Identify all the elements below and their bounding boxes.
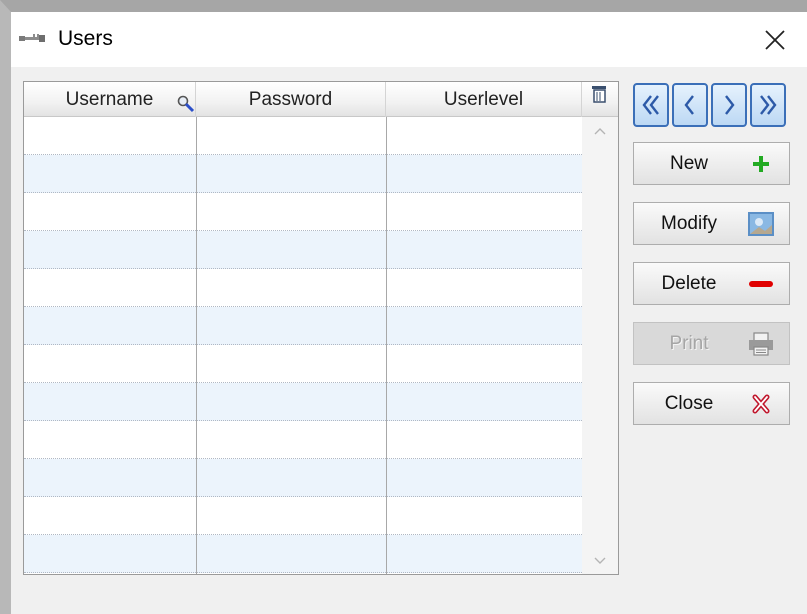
delete-button-label: Delete bbox=[661, 273, 717, 294]
table-cell[interactable] bbox=[386, 117, 582, 155]
window-title: Users bbox=[58, 27, 113, 50]
table-cell[interactable] bbox=[24, 421, 196, 459]
table-cell[interactable] bbox=[24, 155, 196, 193]
table-cell[interactable] bbox=[386, 345, 582, 383]
column-header-username[interactable]: Username bbox=[24, 82, 196, 117]
table-cell[interactable] bbox=[386, 459, 582, 497]
table-cell[interactable] bbox=[196, 535, 386, 573]
table-row[interactable] bbox=[24, 117, 582, 155]
table-row[interactable] bbox=[24, 535, 582, 573]
table-row[interactable] bbox=[24, 345, 582, 383]
table-cell[interactable] bbox=[196, 307, 386, 345]
column-chooser-icon[interactable] bbox=[591, 85, 607, 103]
users-window: Users Username Password Userlevel New Mo… bbox=[11, 12, 807, 614]
table-cell[interactable] bbox=[386, 421, 582, 459]
table-cell[interactable] bbox=[196, 345, 386, 383]
table-cell[interactable] bbox=[386, 535, 582, 573]
picture-icon bbox=[748, 212, 774, 236]
column-chooser[interactable] bbox=[582, 82, 618, 117]
new-button[interactable]: New bbox=[633, 142, 790, 185]
table-cell[interactable] bbox=[196, 269, 386, 307]
table-row[interactable] bbox=[24, 307, 582, 345]
table-cell[interactable] bbox=[386, 155, 582, 193]
table-cell[interactable] bbox=[24, 193, 196, 231]
table-row[interactable] bbox=[24, 497, 582, 535]
minus-icon bbox=[749, 281, 773, 287]
modify-button-label: Modify bbox=[661, 213, 717, 234]
table-cell[interactable] bbox=[24, 383, 196, 421]
close-icon[interactable] bbox=[763, 28, 787, 52]
table-cell[interactable] bbox=[386, 231, 582, 269]
column-header-password[interactable]: Password bbox=[196, 82, 386, 117]
title-bar[interactable]: Users bbox=[11, 12, 807, 67]
print-button[interactable]: Print bbox=[633, 322, 790, 365]
column-header-userlevel[interactable]: Userlevel bbox=[386, 82, 582, 117]
next-record-icon bbox=[725, 95, 735, 115]
table-row[interactable] bbox=[24, 269, 582, 307]
key-icon bbox=[19, 34, 45, 42]
users-grid[interactable]: Username Password Userlevel bbox=[23, 81, 619, 575]
table-cell[interactable] bbox=[386, 269, 582, 307]
close-button[interactable]: Close bbox=[633, 382, 790, 425]
table-row[interactable] bbox=[24, 155, 582, 193]
first-record-icon bbox=[642, 95, 659, 115]
table-row[interactable] bbox=[24, 231, 582, 269]
search-icon[interactable] bbox=[176, 94, 196, 114]
previous-record-icon bbox=[684, 95, 694, 115]
column-divider bbox=[196, 117, 197, 574]
grid-rows bbox=[24, 117, 582, 574]
print-button-label: Print bbox=[669, 333, 709, 354]
modify-button[interactable]: Modify bbox=[633, 202, 790, 245]
delete-button[interactable]: Delete bbox=[633, 262, 790, 305]
table-cell[interactable] bbox=[24, 497, 196, 535]
table-cell[interactable] bbox=[196, 193, 386, 231]
vertical-scrollbar[interactable] bbox=[582, 117, 618, 574]
next-record-button[interactable] bbox=[711, 83, 747, 127]
table-cell[interactable] bbox=[196, 117, 386, 155]
table-cell[interactable] bbox=[386, 193, 582, 231]
printer-icon bbox=[749, 332, 773, 356]
table-cell[interactable] bbox=[24, 231, 196, 269]
table-cell[interactable] bbox=[386, 383, 582, 421]
table-cell[interactable] bbox=[24, 459, 196, 497]
table-cell[interactable] bbox=[24, 345, 196, 383]
grid-header: Username Password Userlevel bbox=[24, 82, 618, 117]
table-cell[interactable] bbox=[24, 307, 196, 345]
scroll-up-icon[interactable] bbox=[592, 125, 608, 137]
table-cell[interactable] bbox=[196, 231, 386, 269]
table-cell[interactable] bbox=[24, 117, 196, 155]
table-cell[interactable] bbox=[24, 535, 196, 573]
close-button-label: Close bbox=[664, 393, 714, 414]
table-cell[interactable] bbox=[386, 497, 582, 535]
new-button-label: New bbox=[669, 153, 708, 174]
table-cell[interactable] bbox=[196, 497, 386, 535]
table-row[interactable] bbox=[24, 459, 582, 497]
table-cell[interactable] bbox=[386, 307, 582, 345]
table-cell[interactable] bbox=[196, 421, 386, 459]
table-cell[interactable] bbox=[24, 269, 196, 307]
table-row[interactable] bbox=[24, 193, 582, 231]
last-record-button[interactable] bbox=[750, 83, 786, 127]
first-record-button[interactable] bbox=[633, 83, 669, 127]
table-cell[interactable] bbox=[196, 459, 386, 497]
table-row[interactable] bbox=[24, 383, 582, 421]
previous-record-button[interactable] bbox=[672, 83, 708, 127]
scroll-down-icon[interactable] bbox=[592, 555, 608, 567]
last-record-icon bbox=[760, 95, 777, 115]
table-cell[interactable] bbox=[196, 155, 386, 193]
column-divider bbox=[386, 117, 387, 574]
close-cross-icon bbox=[752, 394, 770, 414]
table-cell[interactable] bbox=[196, 383, 386, 421]
plus-icon bbox=[753, 156, 769, 172]
table-row[interactable] bbox=[24, 421, 582, 459]
